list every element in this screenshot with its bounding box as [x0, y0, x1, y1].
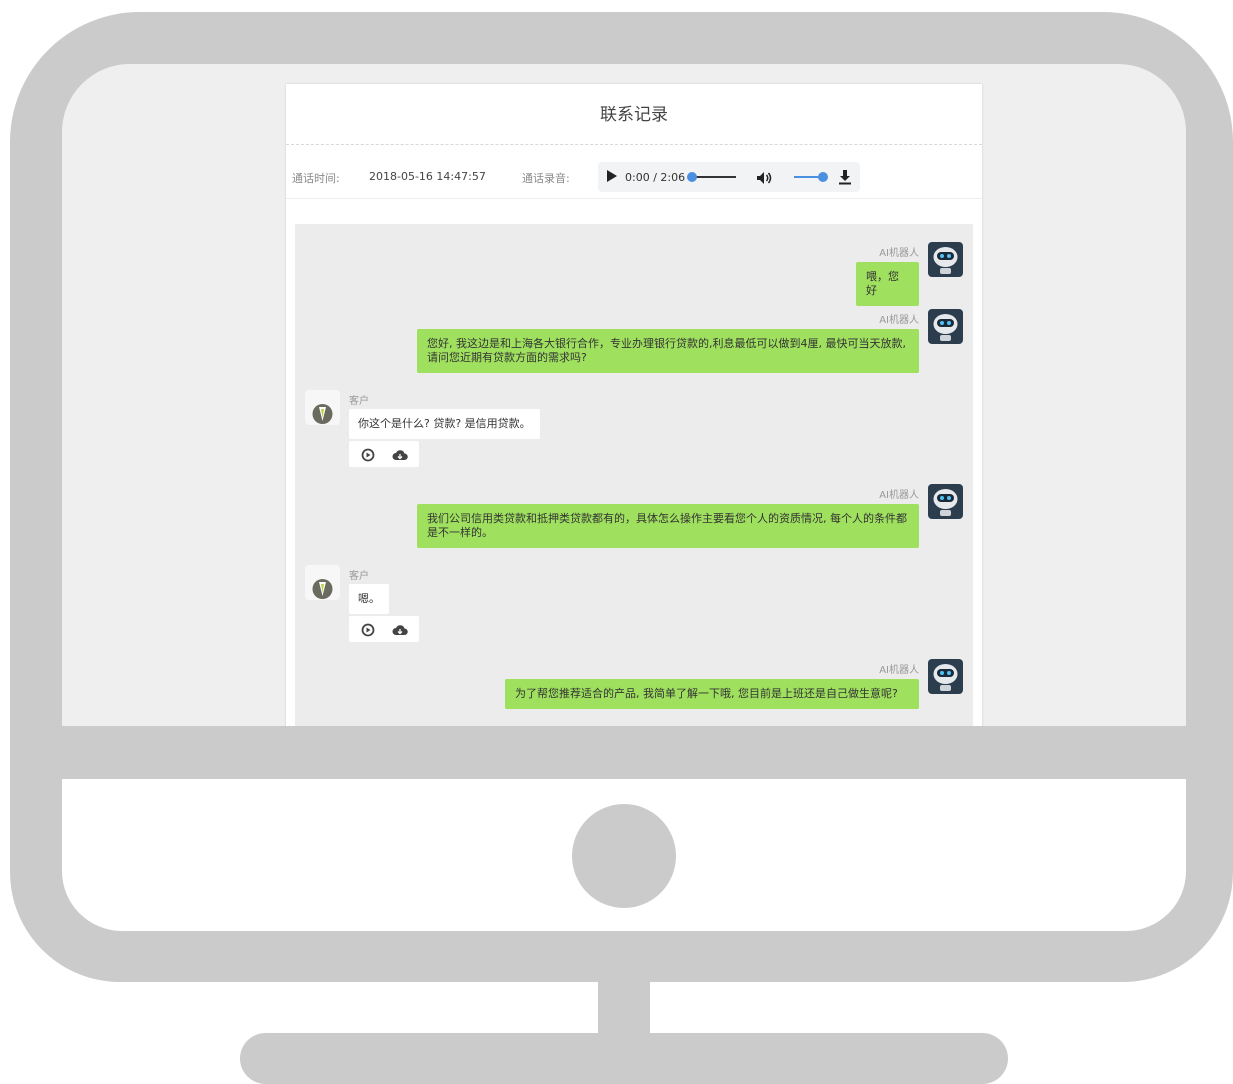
sender-label: AI机器人	[879, 315, 919, 326]
player-time: 0:00 / 2:06	[625, 171, 686, 184]
customer-avatar-icon	[305, 565, 340, 600]
monitor-screen: 联系记录 通话时间: 2018-05-16 14:47:57 通话录音: 0:0…	[62, 64, 1186, 726]
message-bubble: 您好, 我这边是和上海各大银行合作，专业办理银行贷款的,利息最低可以做到4厘, …	[417, 329, 919, 373]
volume-icon[interactable]	[756, 171, 774, 188]
message-bubble: 为了帮您推荐适合的产品, 我简单了解一下哦, 您目前是上班还是自己做生意呢?	[505, 679, 919, 709]
chat-transcript: AI机器人 喂，您好 AI机器人 您好, 我这边是和上海各大银行合作，专业办理银…	[295, 224, 973, 726]
message-bubble: 喂，您好	[856, 262, 919, 306]
message-bubble: 你这个是什么? 贷款? 是信用贷款。	[349, 409, 540, 439]
contact-record-panel: 联系记录 通话时间: 2018-05-16 14:47:57 通话录音: 0:0…	[286, 84, 982, 726]
volume-knob[interactable]	[818, 172, 828, 182]
robot-avatar-icon	[928, 309, 963, 344]
robot-avatar-icon	[928, 484, 963, 519]
call-time-label: 通话时间:	[292, 172, 340, 185]
customer-avatar-icon	[305, 390, 340, 425]
power-button	[572, 804, 676, 908]
play-circle-icon[interactable]	[361, 622, 375, 641]
sender-label: 客户	[349, 396, 369, 407]
seek-slider[interactable]	[687, 172, 736, 182]
call-recording-label: 通话录音:	[522, 172, 570, 185]
cloud-download-icon[interactable]	[392, 447, 408, 466]
download-icon[interactable]	[838, 169, 852, 188]
call-info-bar: 通话时间: 2018-05-16 14:47:57 通话录音: 0:00 / 2…	[286, 146, 982, 199]
monitor-neck	[598, 980, 650, 1038]
audio-player: 0:00 / 2:06	[598, 162, 860, 192]
sender-label: AI机器人	[879, 490, 919, 501]
page-title: 联系记录	[286, 84, 982, 145]
play-icon[interactable]	[607, 170, 617, 182]
sender-label: 客户	[349, 571, 369, 582]
message-bubble: 我们公司信用类贷款和抵押类贷款都有的，具体怎么操作主要看您个人的资质情况, 每个…	[417, 504, 919, 548]
robot-avatar-icon	[928, 659, 963, 694]
volume-slider[interactable]	[794, 172, 828, 182]
seek-knob[interactable]	[687, 172, 697, 182]
sender-label: AI机器人	[879, 665, 919, 676]
robot-avatar-icon	[928, 242, 963, 277]
message-tools	[349, 441, 419, 467]
sender-label: AI机器人	[879, 248, 919, 259]
monitor-base	[240, 1033, 1008, 1084]
cloud-download-icon[interactable]	[392, 622, 408, 641]
message-tools	[349, 616, 419, 642]
message-bubble: 嗯。	[349, 584, 389, 614]
play-circle-icon[interactable]	[361, 447, 375, 466]
call-time-value: 2018-05-16 14:47:57	[369, 170, 486, 183]
